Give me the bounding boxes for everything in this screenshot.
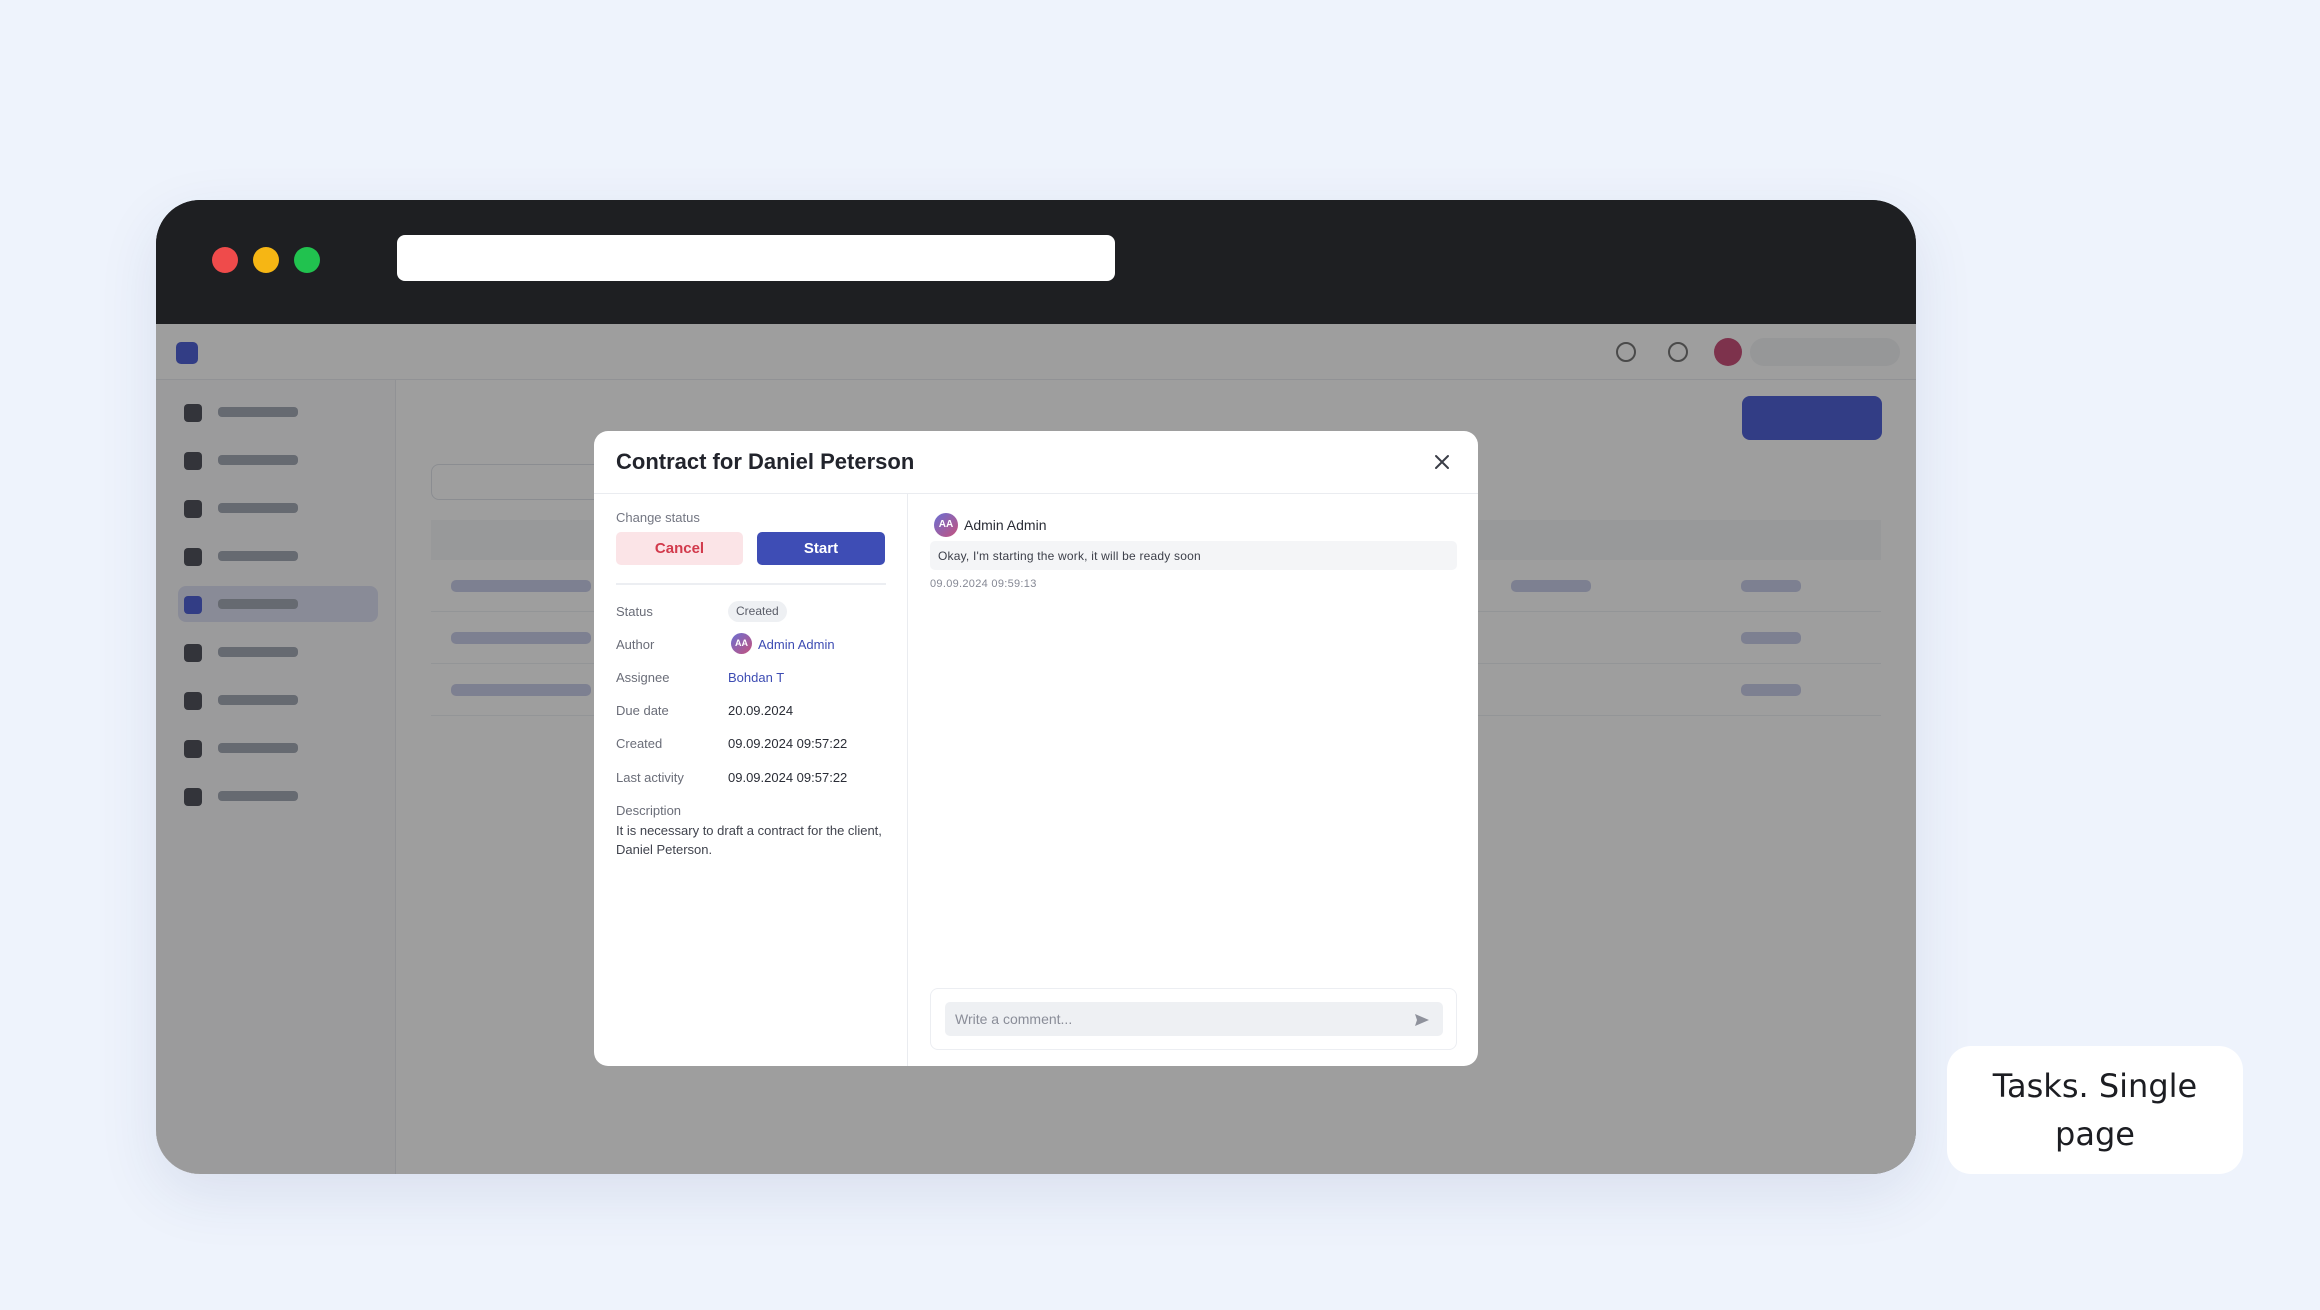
browser-title-bar (156, 200, 1916, 324)
status-badge: Created (728, 601, 787, 622)
comment-author: Admin Admin (964, 517, 1047, 533)
close-icon (1435, 455, 1449, 469)
start-button[interactable]: Start (757, 532, 885, 565)
created-label: Created (616, 736, 663, 751)
caption-card: Tasks. Single page (1947, 1046, 2243, 1174)
comment-timestamp: 09.09.2024 09:59:13 (930, 578, 1037, 590)
due-date-value: 20.09.2024 (728, 703, 794, 718)
comment-avatar: AA (934, 513, 958, 537)
status-label: Status (616, 604, 653, 619)
comment-composer (930, 988, 1457, 1050)
close-button[interactable] (1428, 448, 1456, 476)
comment-text: Okay, I'm starting the work, it will be … (930, 541, 1457, 570)
author-link[interactable]: Admin Admin (758, 637, 835, 652)
author-label: Author (616, 637, 655, 652)
comments-pane: AA Admin Admin Okay, I'm starting the wo… (908, 494, 1478, 1066)
description-text: It is necessary to draft a contract for … (616, 823, 882, 857)
cancel-button[interactable]: Cancel (616, 532, 743, 565)
assignee-label: Assignee (616, 670, 670, 685)
send-icon[interactable] (1413, 1011, 1431, 1029)
last-activity-value: 09.09.2024 09:57:22 (728, 770, 848, 785)
assignee-link[interactable]: Bohdan T (728, 670, 784, 685)
last-activity-label: Last activity (616, 770, 684, 785)
due-date-label: Due date (616, 703, 669, 718)
divider (616, 583, 886, 585)
change-status-label: Change status (616, 510, 700, 525)
window-maximize-dot[interactable] (294, 247, 320, 273)
task-modal: Contract for Daniel Peterson Change stat… (594, 431, 1478, 1066)
window-minimize-dot[interactable] (253, 247, 279, 273)
created-value: 09.09.2024 09:57:22 (728, 736, 848, 751)
address-bar[interactable] (397, 235, 1115, 281)
description-label: Description (616, 803, 682, 818)
author-avatar: AA (731, 633, 752, 654)
modal-title: Contract for Daniel Peterson (616, 449, 915, 474)
modal-header: Contract for Daniel Peterson (594, 431, 1478, 494)
task-details-pane: Change status Cancel Start Status Create… (594, 494, 908, 1066)
window-close-dot[interactable] (212, 247, 238, 273)
comment-input[interactable] (945, 1002, 1443, 1036)
